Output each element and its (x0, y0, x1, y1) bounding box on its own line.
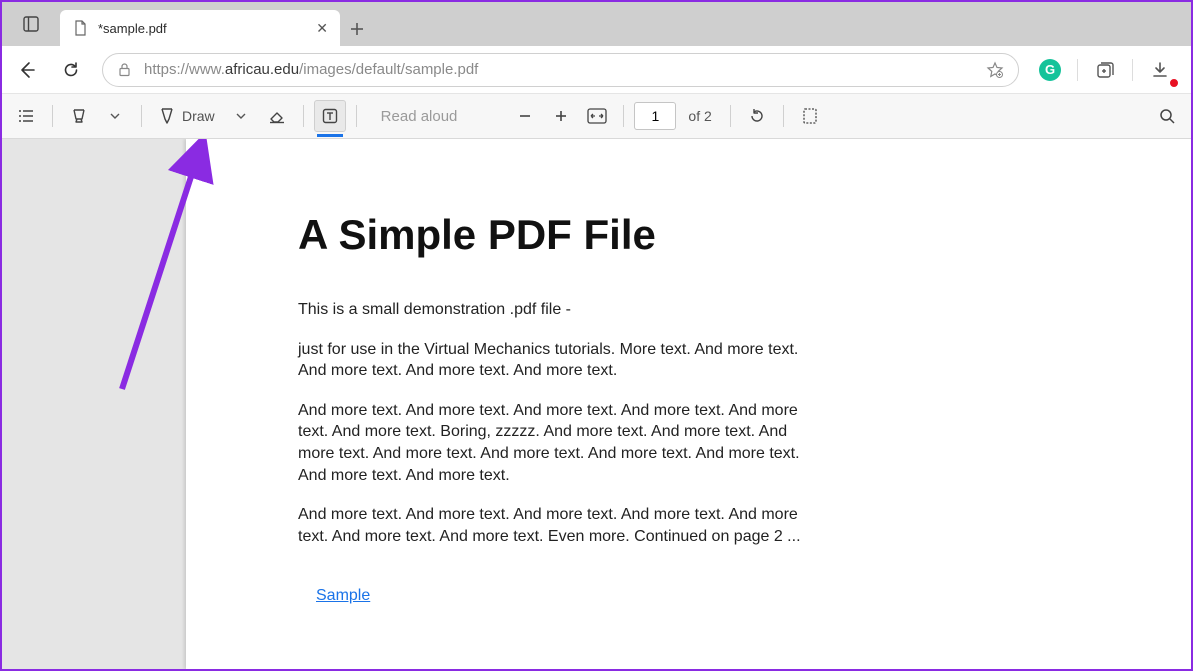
tab-close-button[interactable]: ✕ (316, 20, 328, 37)
plus-icon (350, 22, 364, 36)
draw-button[interactable]: Draw (152, 100, 221, 132)
arrow-left-icon (17, 60, 37, 80)
url-domain: africau.edu (225, 61, 299, 78)
page-total-label: of 2 (688, 108, 711, 124)
rotate-icon (748, 107, 766, 125)
page-view-button[interactable] (794, 100, 826, 132)
lock-icon (117, 62, 132, 77)
pdf-toolbar-wrap: Draw Read aloud of 2 (2, 94, 1191, 139)
pdf-body: This is a small demonstration .pdf file … (298, 299, 828, 607)
zoom-out-button[interactable] (509, 100, 541, 132)
new-tab-button[interactable] (340, 12, 374, 46)
pdf-paragraph: And more text. And more text. And more t… (298, 400, 828, 486)
page-view-icon (801, 107, 819, 125)
zoom-in-button[interactable] (545, 100, 577, 132)
chevron-down-icon (110, 111, 120, 121)
read-aloud-button[interactable]: Read aloud (367, 100, 472, 132)
separator (141, 105, 142, 127)
collections-icon (1095, 60, 1115, 80)
pdf-title: A Simple PDF File (298, 211, 1191, 259)
pdf-paragraph: This is a small demonstration .pdf file … (298, 299, 828, 321)
contents-button[interactable] (10, 100, 42, 132)
read-aloud-label: Read aloud (373, 108, 466, 125)
pdf-page: A Simple PDF File This is a small demons… (186, 139, 1191, 669)
refresh-icon (62, 61, 80, 79)
titlebar: *sample.pdf ✕ (2, 2, 1191, 46)
list-icon (17, 107, 35, 125)
separator (623, 105, 624, 127)
url-path: /images/default/sample.pdf (299, 61, 478, 78)
nav-right: G (1031, 52, 1185, 88)
url-text: https://www.africau.edu/images/default/s… (144, 61, 974, 78)
pdf-toolbar: Draw Read aloud of 2 (2, 94, 1191, 138)
navbar: https://www.africau.edu/images/default/s… (2, 46, 1191, 94)
grammarly-button[interactable]: G (1031, 52, 1069, 88)
erase-button[interactable] (261, 100, 293, 132)
divider (1077, 59, 1078, 81)
tab-actions-icon (22, 15, 40, 33)
fit-page-button[interactable] (581, 100, 613, 132)
tab-actions-button[interactable] (2, 2, 60, 46)
download-icon (1150, 60, 1170, 80)
search-icon (1158, 107, 1176, 125)
pen-icon (158, 107, 176, 125)
downloads-button[interactable] (1141, 52, 1179, 88)
separator (303, 105, 304, 127)
refresh-button[interactable] (52, 52, 90, 88)
collections-button[interactable] (1086, 52, 1124, 88)
grammarly-icon: G (1039, 59, 1061, 81)
minus-icon (517, 108, 533, 124)
pdf-paragraph: just for use in the Virtual Mechanics tu… (298, 339, 828, 382)
tab-title: *sample.pdf (98, 21, 306, 36)
add-text-button[interactable] (314, 100, 346, 132)
separator (52, 105, 53, 127)
pdf-viewport[interactable]: A Simple PDF File This is a small demons… (2, 139, 1191, 669)
draw-dropdown[interactable] (225, 100, 257, 132)
eraser-icon (268, 107, 286, 125)
separator (783, 105, 784, 127)
find-button[interactable] (1151, 100, 1183, 132)
fit-width-icon (587, 108, 607, 124)
chevron-down-icon (236, 111, 246, 121)
favorite-icon[interactable] (986, 61, 1004, 79)
text-box-icon (321, 107, 339, 125)
file-icon (72, 20, 88, 36)
highlight-button[interactable] (63, 100, 95, 132)
browser-tab[interactable]: *sample.pdf ✕ (60, 10, 340, 46)
plus-icon (553, 108, 569, 124)
address-bar[interactable]: https://www.africau.edu/images/default/s… (102, 53, 1019, 87)
draw-label: Draw (182, 108, 215, 124)
url-prefix: https://www. (144, 61, 225, 78)
pdf-sample-link[interactable]: Sample (316, 585, 370, 607)
rotate-button[interactable] (741, 100, 773, 132)
separator (730, 105, 731, 127)
divider (1132, 59, 1133, 81)
highlighter-icon (70, 107, 88, 125)
separator (356, 105, 357, 127)
download-error-badge (1169, 78, 1179, 88)
back-button[interactable] (8, 52, 46, 88)
highlight-dropdown[interactable] (99, 100, 131, 132)
pdf-paragraph: And more text. And more text. And more t… (298, 504, 828, 547)
page-number-input[interactable] (634, 102, 676, 130)
